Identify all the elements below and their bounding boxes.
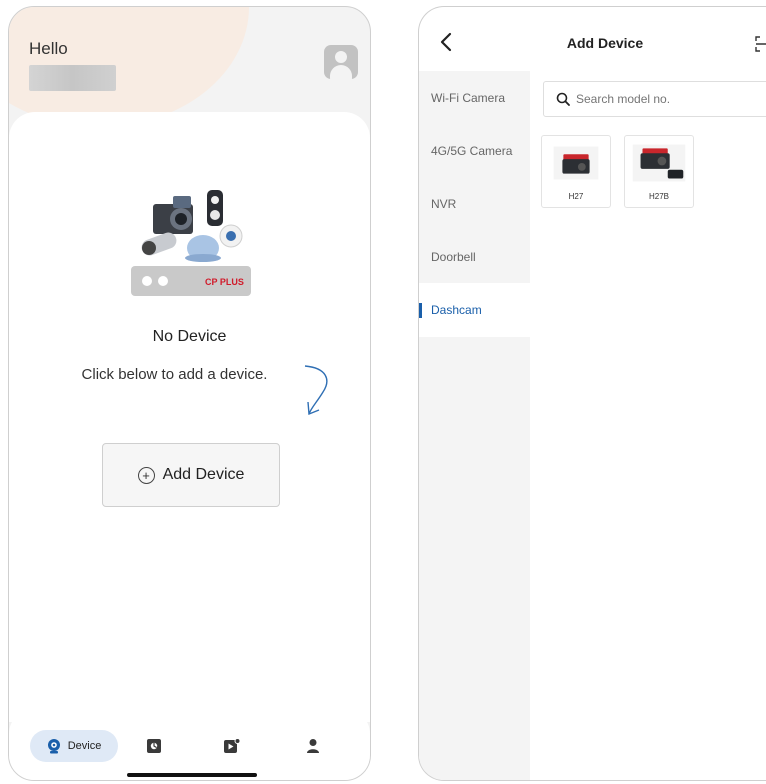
search-input[interactable] <box>576 92 756 106</box>
product-card-h27b[interactable]: H27B <box>624 135 694 208</box>
scan-qr-icon[interactable] <box>755 36 766 52</box>
product-label: H27B <box>648 192 669 201</box>
tab-device-label: Device <box>67 740 102 752</box>
home-screen: Hello CP PLUS No Device Click below to a… <box>8 6 371 781</box>
category-sidebar: Wi-Fi Camera 4G/5G Camera NVR Doorbell D… <box>419 71 530 780</box>
plus-circle-icon: + <box>137 466 155 484</box>
product-grid-panel: H27 H27B <box>530 71 766 780</box>
devices-illustration: CP PLUS <box>131 190 251 296</box>
tab-device[interactable]: Device <box>30 730 118 762</box>
search-icon <box>556 92 570 106</box>
dashcam-dual-thumbnail <box>632 144 686 182</box>
avatar-body <box>330 65 352 79</box>
gallery-icon <box>147 739 161 753</box>
product-card-h27[interactable]: H27 <box>541 135 611 208</box>
page-title: Add Device <box>566 35 644 51</box>
category-nvr[interactable]: NVR <box>419 177 530 231</box>
category-wifi-camera[interactable]: Wi-Fi Camera <box>419 71 530 125</box>
empty-state-hint: Click below to add a device. <box>81 366 268 383</box>
home-indicator <box>127 773 257 777</box>
profile-icon <box>307 739 319 753</box>
avatar[interactable] <box>324 45 358 79</box>
avatar-head <box>335 51 347 63</box>
navigation-bar: Add Device <box>419 7 766 71</box>
tab-playback[interactable] <box>219 730 245 762</box>
add-device-button[interactable]: + Add Device <box>102 443 280 507</box>
search-bar[interactable] <box>543 81 766 117</box>
add-device-button-label: Add Device <box>162 466 245 483</box>
tab-profile[interactable] <box>300 730 326 762</box>
product-label: H27 <box>568 192 584 201</box>
bottom-tab-bar: Device <box>9 708 370 780</box>
tab-gallery[interactable] <box>141 730 167 762</box>
add-device-screen: Add Device Wi-Fi Camera 4G/5G Camera NVR… <box>418 6 766 781</box>
device-camera-icon <box>47 739 60 754</box>
empty-state-title: No Device <box>152 328 227 345</box>
curved-arrow-icon <box>304 365 328 416</box>
category-4g5g-camera[interactable]: 4G/5G Camera <box>419 124 530 178</box>
username-redacted <box>29 65 116 91</box>
category-dashcam[interactable]: Dashcam <box>419 283 530 337</box>
device-list-card: CP PLUS No Device Click below to add a d… <box>9 112 370 722</box>
greeting-text: Hello <box>29 39 68 58</box>
brand-logo: CP PLUS <box>205 277 244 287</box>
category-doorbell[interactable]: Doorbell <box>419 230 530 284</box>
playback-icon <box>224 738 241 753</box>
dashcam-thumbnail <box>553 146 599 180</box>
